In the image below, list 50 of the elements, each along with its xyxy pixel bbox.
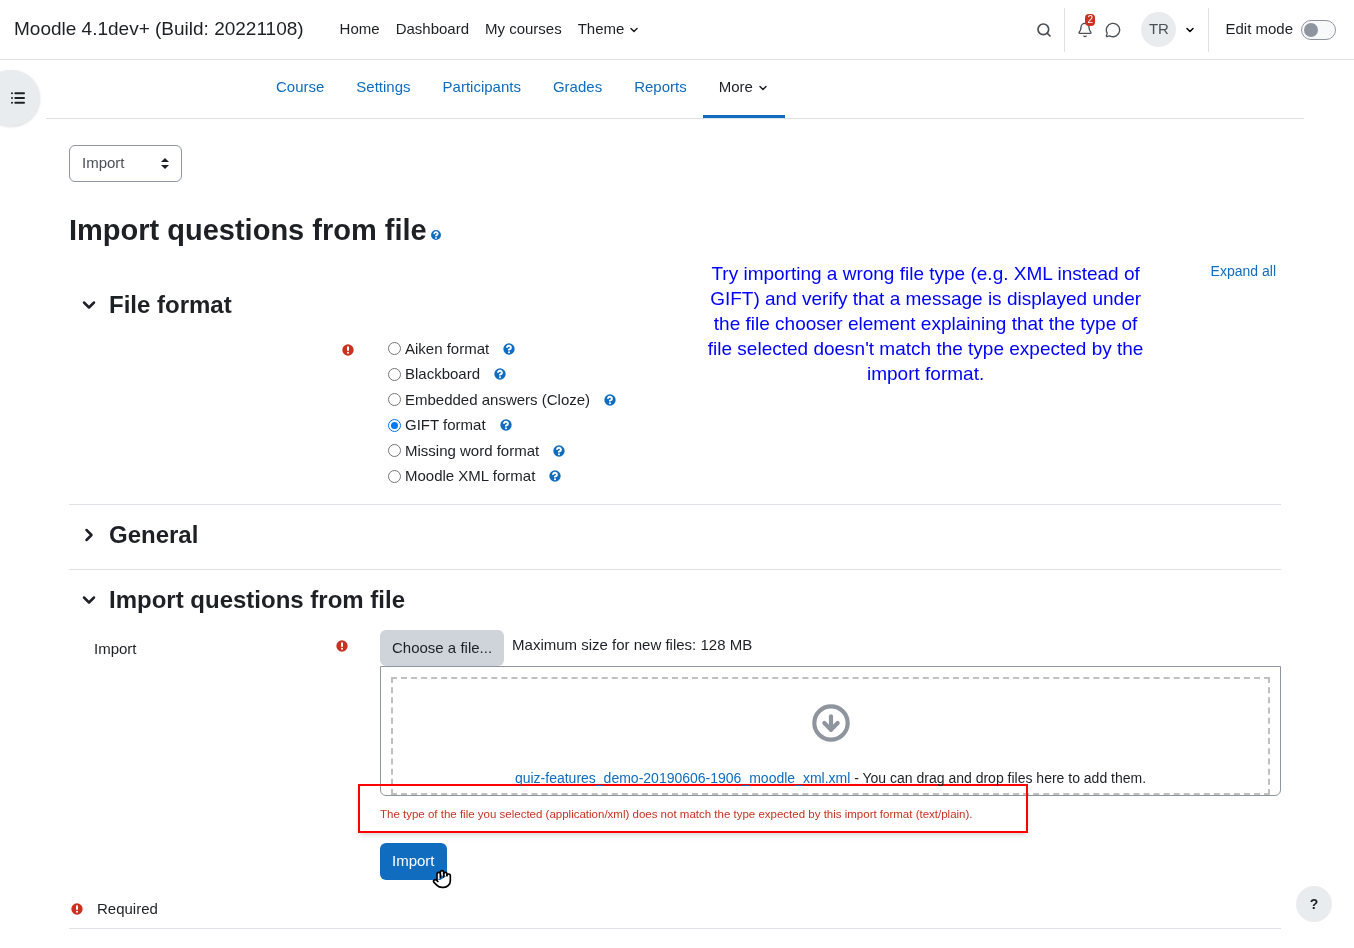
section-title[interactable]: File format xyxy=(109,286,232,323)
edit-mode-label: Edit mode xyxy=(1225,19,1293,40)
notification-bell-icon[interactable] xyxy=(1077,21,1094,38)
nav-link[interactable]: Dashboard xyxy=(395,18,469,41)
nav-link[interactable]: Theme xyxy=(577,18,641,41)
expand-all-link[interactable]: Expand all xyxy=(1210,260,1276,282)
import-button[interactable]: Import xyxy=(380,843,447,880)
help-icon[interactable] xyxy=(428,227,443,242)
radio-label: Embedded answers (Cloze) xyxy=(405,389,591,410)
page-title: Import questions from file xyxy=(69,213,427,248)
file-link[interactable]: quiz-features_demo-20190606-1906_moodle_xml.xml xyxy=(514,770,851,786)
course-nav-tab[interactable]: Course xyxy=(260,60,341,118)
file-drop-area[interactable]: quiz-features_demo-20190606-1906_moodle_xml.xml - You can drag and drop files here to add them. xyxy=(380,666,1281,796)
help-icon[interactable] xyxy=(492,366,509,383)
help-icon[interactable] xyxy=(501,340,518,357)
sort-caret-icon xyxy=(161,158,169,169)
help-icon[interactable] xyxy=(497,417,514,434)
list-icon xyxy=(10,90,26,106)
help-icon[interactable] xyxy=(551,442,568,459)
course-nav-tab[interactable]: Participants xyxy=(426,60,537,118)
field-label: Import xyxy=(93,638,138,659)
section-title[interactable]: Import questions from file xyxy=(109,581,405,618)
help-icon[interactable] xyxy=(547,468,564,485)
message-icon[interactable] xyxy=(1105,21,1122,38)
help-icon[interactable] xyxy=(602,391,619,408)
course-nav-tab[interactable]: Reports xyxy=(618,60,703,118)
edit-mode-switch[interactable] xyxy=(1301,19,1336,40)
user-avatar[interactable]: TR xyxy=(1141,12,1177,47)
required-note: Required xyxy=(97,898,158,919)
radio-label: Aiken format xyxy=(405,338,490,359)
radio-label: Blackboard xyxy=(405,364,481,384)
help-button[interactable]: ? xyxy=(1296,886,1332,922)
notification-count-badge: 2 xyxy=(1085,13,1095,26)
required-icon xyxy=(69,901,85,917)
course-nav-tab[interactable]: Grades xyxy=(536,60,619,118)
radio-label: Missing word format xyxy=(405,440,540,461)
section-title[interactable]: General xyxy=(109,516,199,553)
radio-label: Moodle XML format xyxy=(405,466,536,486)
max-size-text: Maximum size for new files: 128 MB xyxy=(512,634,753,655)
course-nav-tab[interactable]: Settings xyxy=(340,60,427,118)
action-select[interactable]: Import xyxy=(69,145,182,182)
annotation-text: Try importing a wrong file type (e.g. XML instead of GIFT) and verify that a message is displayed under the file chooser element explaining that the type of file selected doesn't match the type expected by the import format. xyxy=(706,261,1145,386)
search-icon[interactable] xyxy=(1036,21,1053,38)
course-nav-tab[interactable]: More xyxy=(702,60,785,118)
nav-link[interactable]: My courses xyxy=(485,18,562,41)
nav-link[interactable]: Home xyxy=(339,18,380,41)
hand-cursor-icon xyxy=(432,869,452,890)
choose-file-button[interactable]: Choose a file... xyxy=(380,629,505,666)
radio-label: GIFT format xyxy=(405,415,486,435)
site-title[interactable]: Moodle 4.1dev+ (Build: 20221108) xyxy=(14,15,304,44)
